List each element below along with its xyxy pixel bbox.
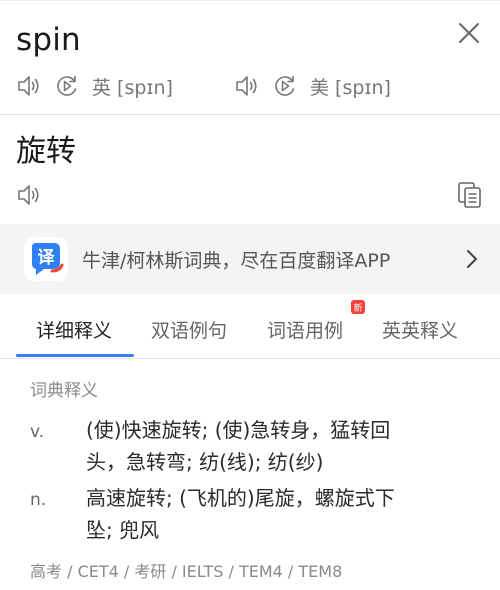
speaker-icon[interactable] <box>234 73 260 99</box>
replay-icon[interactable] <box>54 73 80 99</box>
word-title: spin <box>16 22 81 58</box>
definition: 高速旋转; (飞机的)尾旋，螺旋式下 坠; 兜风 <box>86 482 456 546</box>
translation-text: 旋转 <box>16 134 76 169</box>
exam-tags: 高考 / CET4 / 考研 / IELTS / TEM4 / TEM8 <box>30 562 343 581</box>
us-pronunciation: 美 [spɪn] <box>234 72 391 100</box>
part-of-speech: v. <box>30 422 45 442</box>
us-phonetic: 美 [spɪn] <box>310 76 391 99</box>
part-of-speech: n. <box>30 490 47 510</box>
tab-english-definitions[interactable]: 英英释义 <box>382 316 458 343</box>
speaker-icon[interactable] <box>16 182 42 208</box>
svg-text:译: 译 <box>38 248 56 268</box>
divider <box>0 114 500 115</box>
tab-bilingual-examples[interactable]: 双语例句 <box>151 316 227 343</box>
copy-icon[interactable] <box>456 180 484 210</box>
definition-line: 坠; 兜风 <box>86 518 160 542</box>
banner-text: 牛津/柯林斯词典，尽在百度翻译APP <box>82 250 391 272</box>
uk-pronunciation: 英 [spɪn] <box>16 72 173 100</box>
app-promo-banner[interactable]: 译 牛津/柯林斯词典，尽在百度翻译APP <box>0 224 500 294</box>
close-icon[interactable] <box>456 20 482 46</box>
section-title: 词典释义 <box>30 381 98 401</box>
active-tab-indicator <box>16 354 134 357</box>
translate-app-logo-icon: 译 <box>24 237 68 281</box>
divider <box>0 358 500 359</box>
speaker-icon[interactable] <box>16 73 42 99</box>
pronunciation-row: 英 [spɪn] 美 [spɪn] <box>0 72 500 100</box>
replay-icon[interactable] <box>272 73 298 99</box>
uk-phonetic: 英 [spɪn] <box>92 76 173 99</box>
definition-line: 头，急转弯; 纺(线); 纺(纱) <box>86 450 324 474</box>
tab-detailed-definitions[interactable]: 详细释义 <box>36 316 112 343</box>
tab-bar: 详细释义 双语例句 词语用例 英英释义 <box>0 294 500 358</box>
top-border <box>0 0 500 1</box>
definition: (使)快速旋转; (使)急转身，猛转回 头，急转弯; 纺(线); 纺(纱) <box>86 414 456 478</box>
new-badge: 新 <box>351 300 365 314</box>
chevron-right-icon[interactable] <box>462 248 482 270</box>
definition-line: (使)快速旋转; (使)急转身，猛转回 <box>86 418 391 442</box>
definition-line: 高速旋转; (飞机的)尾旋，螺旋式下 <box>86 486 395 510</box>
tab-usage-examples[interactable]: 词语用例 <box>267 316 343 343</box>
